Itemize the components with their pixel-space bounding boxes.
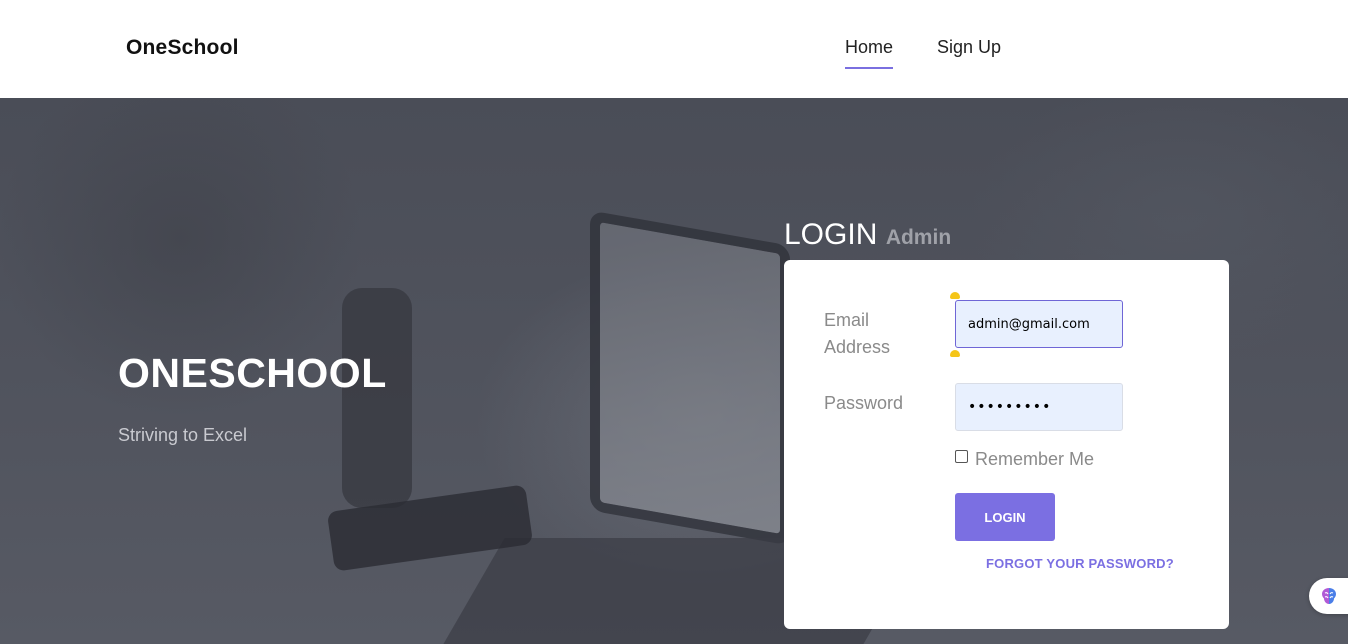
assistant-widget[interactable] — [1309, 578, 1348, 614]
login-heading-title: LOGIN — [784, 218, 878, 251]
nav-signup-link[interactable]: Sign Up — [937, 37, 1001, 58]
background-bottle — [342, 288, 412, 508]
drag-handle-icon[interactable] — [950, 292, 960, 299]
nav-home-link[interactable]: Home — [845, 37, 894, 69]
drag-handle-icon[interactable] — [950, 350, 960, 357]
email-label: Email Address — [824, 310, 891, 357]
login-heading-role: Admin — [885, 226, 952, 249]
site-header: OneSchool Home Sign Up — [0, 0, 1348, 98]
hero-title: ONESCHOOL — [118, 350, 387, 396]
hero-subtitle: Striving to Excel — [118, 425, 248, 445]
login-card: Email Address Password Remember Me LOGIN… — [784, 260, 1229, 629]
login-heading: LOGIN Admin — [784, 218, 951, 252]
password-label: Password — [824, 393, 904, 413]
remember-me-label[interactable]: Remember Me — [975, 449, 1094, 470]
forgot-password-link[interactable]: FORGOT YOUR PASSWORD? — [986, 556, 1174, 571]
brand-logo[interactable]: OneSchool — [126, 36, 239, 60]
background-laptop-screen — [590, 210, 790, 546]
email-input[interactable] — [955, 300, 1123, 348]
remember-me-checkbox[interactable] — [955, 450, 968, 463]
login-button[interactable]: LOGIN — [955, 493, 1055, 541]
brain-icon — [1322, 588, 1336, 604]
password-input[interactable] — [955, 383, 1123, 431]
remember-me[interactable]: Remember Me — [955, 449, 1094, 470]
